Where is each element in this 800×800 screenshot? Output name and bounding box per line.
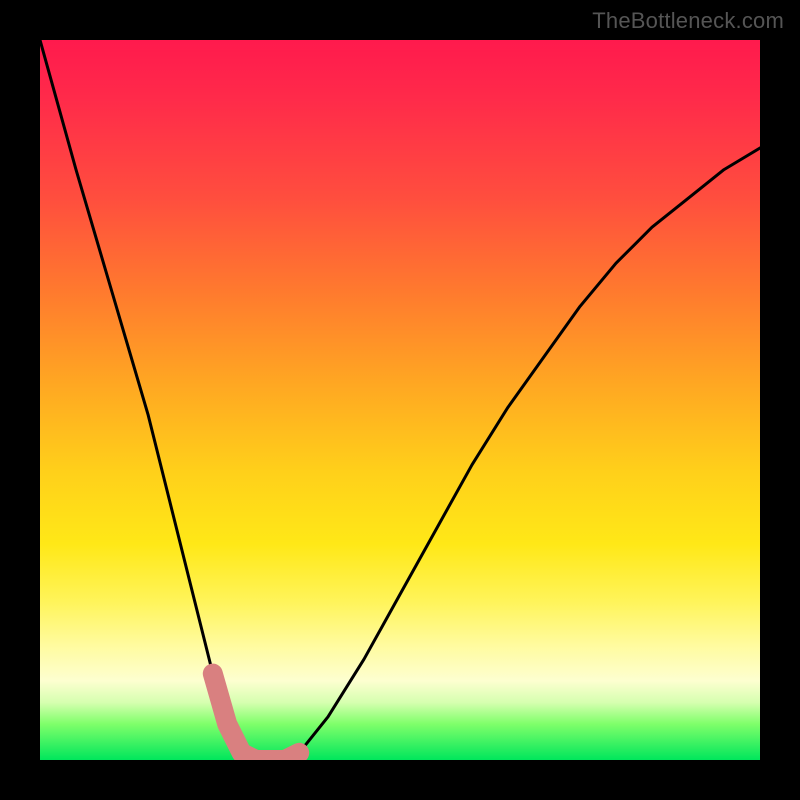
- chart-frame: TheBottleneck.com: [0, 0, 800, 800]
- plot-area: [40, 40, 760, 760]
- optimal-zone-marker: [213, 674, 299, 760]
- bottleneck-curve-svg: [40, 40, 760, 760]
- watermark-text: TheBottleneck.com: [592, 8, 784, 34]
- bottleneck-curve: [40, 40, 760, 760]
